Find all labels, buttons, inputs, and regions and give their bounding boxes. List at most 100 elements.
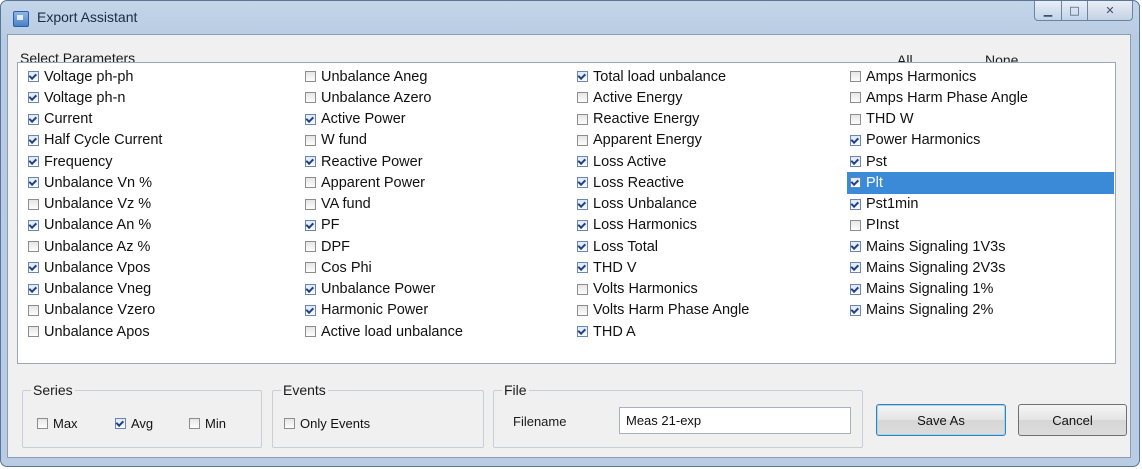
checkbox-box[interactable] (850, 241, 861, 253)
param-checkbox-item[interactable]: Reactive Energy (577, 109, 749, 130)
param-checkbox-item[interactable]: Plt (847, 172, 1114, 194)
param-checkbox-item[interactable]: Amps Harm Phase Angle (850, 87, 1114, 108)
param-checkbox-item[interactable]: Loss Unbalance (577, 194, 749, 215)
param-checkbox-item[interactable]: Cos Phi (305, 257, 463, 278)
checkbox-box[interactable] (577, 326, 588, 338)
checkbox-box[interactable] (305, 71, 316, 83)
param-checkbox-item[interactable]: Harmonic Power (305, 300, 463, 321)
param-checkbox-item[interactable]: Volts Harm Phase Angle (577, 300, 749, 321)
checkbox-box[interactable] (305, 219, 316, 231)
filename-input[interactable]: Meas 21-exp (619, 407, 851, 434)
param-checkbox-item[interactable]: Unbalance Vz % (28, 194, 162, 215)
checkbox-box[interactable] (28, 283, 39, 295)
checkbox-box[interactable] (28, 92, 39, 104)
checkbox-box[interactable] (305, 241, 316, 253)
checkbox-box[interactable] (115, 418, 126, 429)
param-checkbox-item[interactable]: Unbalance Aneg (305, 66, 463, 87)
checkbox-box[interactable] (850, 134, 861, 146)
param-checkbox-item[interactable]: Voltage ph-n (28, 87, 162, 108)
param-checkbox-item[interactable]: Unbalance Vneg (28, 279, 162, 300)
series-avg-checkbox[interactable]: Avg (115, 416, 153, 431)
checkbox-box[interactable] (577, 113, 588, 125)
param-checkbox-item[interactable]: Mains Signaling 1% (850, 279, 1114, 300)
checkbox-box[interactable] (284, 418, 295, 429)
param-checkbox-item[interactable]: Unbalance Vn % (28, 172, 162, 193)
param-checkbox-item[interactable]: THD A (577, 321, 749, 342)
param-checkbox-item[interactable]: Amps Harmonics (850, 66, 1114, 87)
checkbox-box[interactable] (28, 262, 39, 274)
checkbox-box[interactable] (577, 262, 588, 274)
param-checkbox-item[interactable]: Mains Signaling 1V3s (850, 236, 1114, 257)
checkbox-box[interactable] (37, 418, 48, 429)
checkbox-box[interactable] (850, 198, 861, 210)
checkbox-box[interactable] (577, 177, 588, 189)
param-checkbox-item[interactable]: Pst (850, 151, 1114, 172)
checkbox-box[interactable] (577, 241, 588, 253)
checkbox-box[interactable] (305, 304, 316, 316)
checkbox-box[interactable] (28, 134, 39, 146)
checkbox-box[interactable] (28, 71, 39, 83)
param-checkbox-item[interactable]: THD V (577, 257, 749, 278)
param-checkbox-item[interactable]: Active Power (305, 109, 463, 130)
param-checkbox-item[interactable]: PF (305, 215, 463, 236)
checkbox-box[interactable] (850, 71, 861, 83)
param-checkbox-item[interactable]: Unbalance Power (305, 279, 463, 300)
param-checkbox-item[interactable]: Power Harmonics (850, 130, 1114, 151)
param-checkbox-item[interactable]: Unbalance Az % (28, 236, 162, 257)
checkbox-box[interactable] (28, 219, 39, 231)
checkbox-box[interactable] (577, 92, 588, 104)
checkbox-box[interactable] (28, 156, 39, 168)
cancel-button[interactable]: Cancel (1018, 404, 1127, 436)
checkbox-box[interactable] (577, 283, 588, 295)
param-checkbox-item[interactable]: Unbalance Vpos (28, 257, 162, 278)
checkbox-box[interactable] (28, 241, 39, 253)
checkbox-box[interactable] (28, 304, 39, 316)
param-checkbox-item[interactable]: Unbalance An % (28, 215, 162, 236)
checkbox-box[interactable] (850, 92, 861, 104)
param-checkbox-item[interactable]: Loss Harmonics (577, 215, 749, 236)
checkbox-box[interactable] (305, 113, 316, 125)
checkbox-box[interactable] (305, 134, 316, 146)
param-checkbox-item[interactable]: Unbalance Apos (28, 321, 162, 342)
save-as-button[interactable]: Save As (876, 404, 1006, 436)
param-checkbox-item[interactable]: PInst (850, 215, 1114, 236)
param-checkbox-item[interactable]: Loss Active (577, 151, 749, 172)
param-checkbox-item[interactable]: Active load unbalance (305, 321, 463, 342)
minimize-button[interactable]: ▁ (1034, 1, 1062, 21)
param-checkbox-item[interactable]: Volts Harmonics (577, 279, 749, 300)
param-checkbox-item[interactable]: Voltage ph-ph (28, 66, 162, 87)
checkbox-box[interactable] (305, 262, 316, 274)
param-checkbox-item[interactable]: Frequency (28, 151, 162, 172)
checkbox-box[interactable] (850, 262, 861, 274)
param-checkbox-item[interactable]: Half Cycle Current (28, 130, 162, 151)
param-checkbox-item[interactable]: Apparent Power (305, 172, 463, 193)
series-max-checkbox[interactable]: Max (37, 416, 78, 431)
checkbox-box[interactable] (850, 177, 861, 189)
checkbox-box[interactable] (577, 156, 588, 168)
checkbox-box[interactable] (305, 156, 316, 168)
checkbox-box[interactable] (850, 156, 861, 168)
checkbox-box[interactable] (850, 219, 861, 231)
maximize-button[interactable]: □ (1062, 1, 1088, 21)
only-events-checkbox[interactable]: Only Events (284, 416, 370, 431)
checkbox-box[interactable] (189, 418, 200, 429)
checkbox-box[interactable] (28, 198, 39, 210)
series-min-checkbox[interactable]: Min (189, 416, 226, 431)
title-bar[interactable]: Export Assistant ▁ □ ✕ (1, 1, 1139, 35)
param-checkbox-item[interactable]: Mains Signaling 2V3s (850, 257, 1114, 278)
param-checkbox-item[interactable]: Loss Reactive (577, 172, 749, 193)
param-checkbox-item[interactable]: DPF (305, 236, 463, 257)
param-checkbox-item[interactable]: THD W (850, 109, 1114, 130)
checkbox-box[interactable] (28, 177, 39, 189)
param-checkbox-item[interactable]: Mains Signaling 2% (850, 300, 1114, 321)
param-checkbox-item[interactable]: Apparent Energy (577, 130, 749, 151)
checkbox-box[interactable] (305, 283, 316, 295)
checkbox-box[interactable] (850, 304, 861, 316)
checkbox-box[interactable] (577, 304, 588, 316)
param-checkbox-item[interactable]: Loss Total (577, 236, 749, 257)
param-checkbox-item[interactable]: Active Energy (577, 87, 749, 108)
param-checkbox-item[interactable]: Pst1min (850, 194, 1114, 215)
checkbox-box[interactable] (577, 198, 588, 210)
checkbox-box[interactable] (305, 198, 316, 210)
close-button[interactable]: ✕ (1088, 1, 1133, 21)
